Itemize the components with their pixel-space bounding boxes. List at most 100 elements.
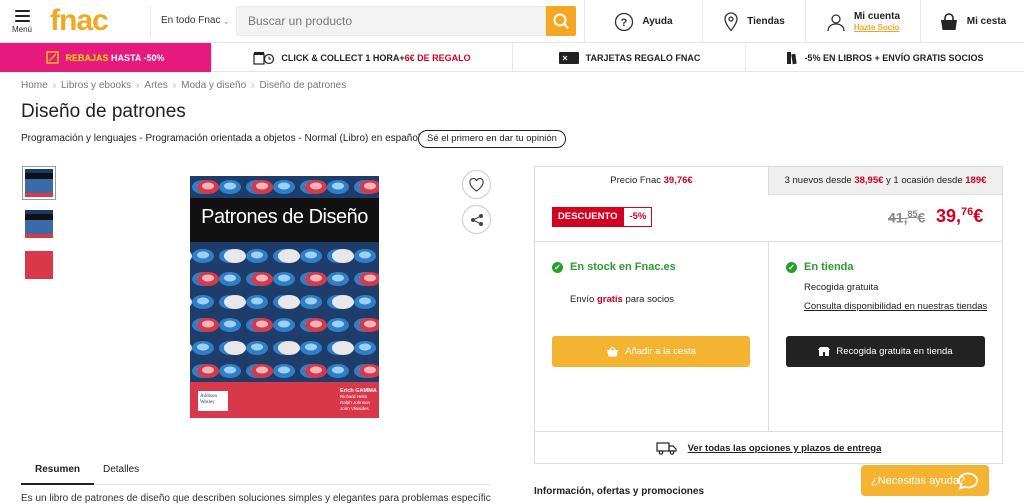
books-icon <box>787 51 798 64</box>
site-header: Menú fnac En todo Fnac ⌄ ? Ayuda Tiendas… <box>0 0 1024 43</box>
breadcrumb-item[interactable]: Diseño de patrones <box>260 80 347 91</box>
pickup-info: Recogida gratuita <box>804 282 879 293</box>
shipping-free: gratis <box>596 294 623 305</box>
back-thumbnail-image <box>25 251 53 279</box>
cover-author: John Vlissides <box>340 406 369 411</box>
breadcrumb-item[interactable]: Home <box>21 80 48 91</box>
search-icon <box>553 13 569 29</box>
promo-gift-cards[interactable]: TARJETAS REGALO FNAC <box>512 43 745 72</box>
help-chat-label: ¿Necesitas ayuda? <box>871 474 966 487</box>
help-link[interactable]: ? Ayuda <box>584 0 702 43</box>
tab-summary[interactable]: Resumen <box>21 459 95 485</box>
market-used-price: 189€ <box>965 175 987 186</box>
product-tabs: Resumen Detalles <box>21 459 491 485</box>
svg-text:?: ? <box>621 17 628 29</box>
fnac-logo[interactable]: fnac <box>50 4 109 38</box>
gift-card-icon <box>558 51 579 64</box>
fnac-price-value: 39,76€ <box>663 175 693 186</box>
search-scope-label: En todo Fnac <box>161 15 221 26</box>
current-price-currency: € <box>973 206 984 226</box>
breadcrumb-separator: › <box>52 80 57 91</box>
breadcrumb-separator: › <box>136 80 140 91</box>
summary-text: Es un libro de patrones de diseño que de… <box>21 493 491 504</box>
shipping-members: para socios <box>622 294 675 305</box>
promo-books-label: -5% EN LIBROS + ENVÍO GRATIS SOCIOS <box>804 52 984 63</box>
cover-authors: Erich GAMMA Richard Helm Ralph Johnson J… <box>340 388 377 412</box>
store-stock-label: En tienda <box>804 261 854 273</box>
product-meta[interactable]: Programación y lenguajes - Programación … <box>21 133 420 144</box>
add-to-cart-button[interactable]: Añadir a la cesta <box>552 336 750 367</box>
help-chat-button[interactable]: ¿Necesitas ayuda? <box>861 465 989 496</box>
check-icon: ✓ <box>786 261 797 273</box>
share-button[interactable] <box>462 205 491 234</box>
promo-gift-label: TARJETAS REGALO FNAC <box>585 52 701 63</box>
breadcrumb-separator: › <box>251 80 255 91</box>
thumbnail-inner[interactable] <box>22 207 56 241</box>
book-cover[interactable]: Patrones de Diseño Addison Wesley Erich … <box>190 176 379 418</box>
promo-click-gift: 6€ DE REGALO <box>404 52 471 63</box>
share-icon <box>470 213 483 226</box>
breadcrumb: Home › Libros y ebooks › Artes › Moda y dis… <box>21 80 346 91</box>
fnac-price-tab[interactable]: Precio Fnac 39,76€ <box>535 167 768 195</box>
tab-details[interactable]: Detalles <box>103 459 139 485</box>
promo-books[interactable]: -5% EN LIBROS + ENVÍO GRATIS SOCIOS <box>745 43 1024 72</box>
become-member-link[interactable]: Hazte Socio <box>854 22 900 33</box>
search-button[interactable] <box>546 6 576 36</box>
account-text: Mi cuenta Hazte Socio <box>854 11 900 33</box>
heart-icon <box>469 177 484 192</box>
check-icon: ✓ <box>552 261 563 273</box>
discount-label: DESCUENTO <box>552 207 624 227</box>
cover-author: Ralph Johnson <box>340 400 371 405</box>
breadcrumb-item[interactable]: Libros y ebooks <box>61 80 131 91</box>
tag-icon <box>46 51 60 64</box>
cover-thumbnail-image <box>25 169 53 197</box>
cover-author: Richard Helm <box>340 394 368 399</box>
write-review-button[interactable]: Sé el primero en dar tu opinión <box>418 130 566 148</box>
promo-bar: REBAJAS HASTA -50% CLICK & COLLECT 1 HOR… <box>0 43 1024 72</box>
shopping-bag-icon <box>940 12 957 30</box>
promo-sale-label: REBAJAS <box>65 52 109 63</box>
breadcrumb-separator: › <box>172 80 177 91</box>
hamburger-icon <box>14 10 30 22</box>
page-title: Diseño de patrones <box>21 101 186 122</box>
stores-label: Tiendas <box>747 16 785 27</box>
add-to-cart-label: Añadir a la cesta <box>625 346 696 357</box>
shipping-info: Envío gratis para socios <box>570 294 674 305</box>
store-clock-icon <box>253 51 275 65</box>
store-pickup-button[interactable]: Recogida gratuita en tienda <box>786 336 985 367</box>
search-input[interactable] <box>236 6 546 36</box>
promo-click-collect[interactable]: CLICK & COLLECT 1 HORA+ 6€ DE REGALO <box>211 43 512 72</box>
promo-sale[interactable]: REBAJAS HASTA -50% <box>0 43 211 72</box>
account-label: Mi cuenta <box>853 10 901 22</box>
publisher-logo: Addison Wesley <box>198 391 228 411</box>
cart-link[interactable]: Mi cesta <box>920 0 1024 43</box>
store-pickup-label: Recogida gratuita en tienda <box>836 346 953 357</box>
thumbnail-back[interactable] <box>22 248 56 282</box>
menu-button[interactable]: Menú <box>8 8 36 38</box>
menu-label: Menú <box>11 25 32 34</box>
store-stock-status: ✓ En tienda <box>786 261 854 273</box>
thumbnail-front[interactable] <box>22 166 56 200</box>
store-icon <box>818 347 831 356</box>
help-label: Ayuda <box>642 16 673 27</box>
info-offers-heading: Información, ofertas y promociones <box>534 486 705 497</box>
search-scope-select[interactable]: En todo Fnac ⌄ <box>150 6 236 36</box>
truck-icon <box>656 442 677 455</box>
help-icon: ? <box>615 12 634 31</box>
breadcrumb-item[interactable]: Artes <box>144 80 167 91</box>
market-new-price: 38,95€ <box>854 175 884 186</box>
old-price-dec: 85 <box>907 209 918 219</box>
promo-click-label: CLICK & COLLECT 1 HORA+ <box>281 52 405 63</box>
promo-sale-value: HASTA -50% <box>111 52 165 63</box>
marketplace-tab[interactable]: 3 nuevos desde 38,95€ y 1 ocasión desde … <box>768 167 1002 195</box>
market-new-label: 3 nuevos desde <box>784 175 855 186</box>
account-link[interactable]: Mi cuenta Hazte Socio <box>805 0 920 43</box>
store-availability-link[interactable]: Consulta disponibilidad en nuestras tien… <box>804 301 987 312</box>
location-pin-icon <box>724 11 738 31</box>
old-price-currency: € <box>917 209 926 226</box>
stores-link[interactable]: Tiendas <box>702 0 805 43</box>
delivery-options[interactable]: Ver todas las opciones y plazos de entre… <box>535 432 1002 464</box>
cart-label: Mi cesta <box>966 16 1007 27</box>
breadcrumb-item[interactable]: Moda y diseño <box>181 80 246 91</box>
wishlist-button[interactable] <box>462 170 491 199</box>
